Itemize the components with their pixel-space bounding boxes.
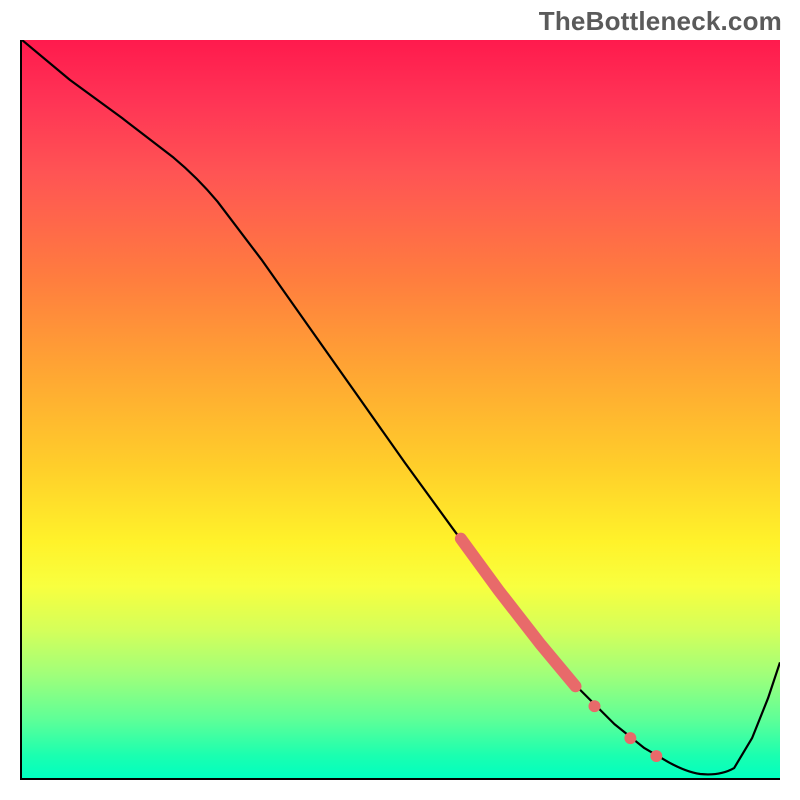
highlight-dot-1 — [589, 700, 601, 712]
watermark-text: TheBottleneck.com — [539, 6, 782, 37]
highlight-dot-3 — [650, 750, 662, 762]
highlight-dot-2 — [624, 732, 636, 744]
highlight-segment — [461, 539, 576, 687]
chart-container: TheBottleneck.com — [0, 0, 800, 800]
bottleneck-curve — [22, 40, 780, 774]
chart-svg — [22, 40, 780, 778]
plot-area — [20, 40, 780, 780]
